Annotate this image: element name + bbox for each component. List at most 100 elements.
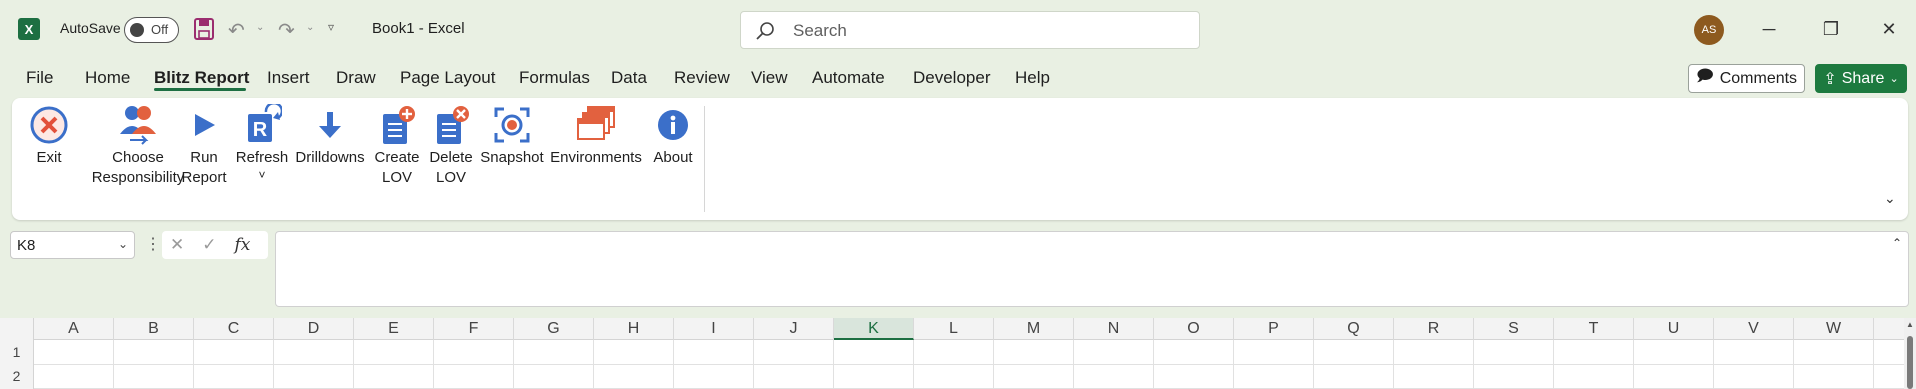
column-header[interactable]: Q: [1314, 318, 1394, 340]
customize-toolbar-icon[interactable]: ▿: [328, 20, 334, 34]
collapse-formula-bar-icon[interactable]: ⌃: [1892, 236, 1902, 250]
column-header[interactable]: O: [1154, 318, 1234, 340]
delete-lov-button[interactable]: Delete LOV: [426, 104, 476, 188]
column-header[interactable]: S: [1474, 318, 1554, 340]
column-gridline: [913, 340, 914, 389]
column-header[interactable]: B: [114, 318, 194, 340]
create-lov-button[interactable]: Create LOV: [372, 104, 422, 188]
about-button[interactable]: About: [648, 104, 698, 168]
column-header[interactable]: N: [1074, 318, 1154, 340]
close-icon[interactable]: ✕: [1866, 10, 1912, 48]
column-gridline: [1313, 340, 1314, 389]
active-tab-indicator: [154, 88, 246, 91]
redo-dropdown-icon[interactable]: ⌄: [306, 22, 314, 33]
share-icon: ⇪: [1823, 70, 1837, 88]
vertical-scrollbar[interactable]: ▲: [1904, 318, 1916, 389]
column-header[interactable]: K: [834, 318, 914, 340]
scroll-up-icon[interactable]: ▲: [1906, 320, 1914, 329]
tab-insert[interactable]: Insert: [267, 68, 310, 88]
tab-automate[interactable]: Automate: [812, 68, 885, 88]
tab-home[interactable]: Home: [85, 68, 130, 88]
tab-page-layout[interactable]: Page Layout: [400, 68, 495, 88]
more-options-icon[interactable]: ⋮: [145, 234, 161, 254]
column-header[interactable]: D: [274, 318, 354, 340]
column-header[interactable]: U: [1634, 318, 1714, 340]
create-lov-label-2: LOV: [381, 169, 412, 186]
insert-function-button[interactable]: fx: [235, 235, 251, 255]
drilldowns-button[interactable]: Drilldowns: [292, 104, 368, 168]
column-header[interactable]: H: [594, 318, 674, 340]
autosave-toggle[interactable]: Off: [124, 17, 179, 43]
column-gridline: [993, 340, 994, 389]
exit-button[interactable]: Exit: [26, 104, 72, 168]
scrollbar-thumb[interactable]: [1907, 336, 1913, 389]
tab-data[interactable]: Data: [611, 68, 647, 88]
refresh-dropdown-icon[interactable]: ˅: [258, 168, 265, 182]
save-icon[interactable]: [194, 18, 214, 40]
tab-view[interactable]: View: [751, 68, 788, 88]
comments-button[interactable]: 🗩 Comments: [1688, 64, 1805, 93]
column-gridline: [1793, 340, 1794, 389]
cancel-icon[interactable]: ✕: [170, 235, 184, 255]
chevron-down-icon[interactable]: ⌄: [118, 237, 128, 251]
chevron-down-icon: ⌄: [1889, 73, 1899, 85]
column-gridline: [1153, 340, 1154, 389]
worksheet-grid[interactable]: ABCDEFGHIJKLMNOPQRSTUVW 1 2 ▲: [0, 318, 1916, 389]
play-icon: [182, 104, 226, 146]
select-all-corner[interactable]: [0, 318, 34, 340]
ribbon-tabs: File Home Blitz Report Insert Draw Page …: [0, 58, 1916, 96]
tab-developer[interactable]: Developer: [913, 68, 991, 88]
choose-responsibility-label-1: Choose: [112, 149, 164, 166]
column-header[interactable]: V: [1714, 318, 1794, 340]
formula-input[interactable]: ⌃: [275, 231, 1909, 307]
snapshot-label: Snapshot: [480, 149, 544, 166]
column-header[interactable]: M: [994, 318, 1074, 340]
column-header[interactable]: F: [434, 318, 514, 340]
column-header[interactable]: L: [914, 318, 994, 340]
collapse-ribbon-icon[interactable]: ⌄: [1884, 190, 1896, 207]
column-header[interactable]: T: [1554, 318, 1634, 340]
column-gridline: [1553, 340, 1554, 389]
tab-help[interactable]: Help: [1015, 68, 1050, 88]
refresh-button[interactable]: R Refresh ˅: [232, 104, 292, 182]
column-gridline: [193, 340, 194, 389]
restore-icon[interactable]: ❐: [1808, 10, 1854, 48]
column-header[interactable]: I: [674, 318, 754, 340]
column-header[interactable]: R: [1394, 318, 1474, 340]
tab-draw[interactable]: Draw: [336, 68, 376, 88]
column-header[interactable]: P: [1234, 318, 1314, 340]
row-header[interactable]: 1: [0, 340, 34, 364]
row-header[interactable]: 2: [0, 364, 34, 389]
column-header[interactable]: E: [354, 318, 434, 340]
tab-formulas[interactable]: Formulas: [519, 68, 590, 88]
camera-icon: [490, 104, 534, 146]
tab-review[interactable]: Review: [674, 68, 730, 88]
autosave-label: AutoSave: [60, 20, 121, 36]
snapshot-button[interactable]: Snapshot: [478, 104, 546, 168]
share-button[interactable]: ⇪ Share ⌄: [1815, 64, 1907, 93]
column-header[interactable]: G: [514, 318, 594, 340]
search-icon: [756, 22, 774, 40]
run-report-button[interactable]: Run Report: [176, 104, 232, 188]
undo-dropdown-icon[interactable]: ⌄: [256, 22, 264, 33]
column-gridline: [753, 340, 754, 389]
column-header[interactable]: W: [1794, 318, 1874, 340]
tab-blitz-report[interactable]: Blitz Report: [154, 68, 249, 88]
search-input[interactable]: Search: [740, 11, 1200, 49]
column-header[interactable]: A: [34, 318, 114, 340]
name-box[interactable]: K8 ⌄: [10, 231, 135, 259]
column-header[interactable]: C: [194, 318, 274, 340]
avatar[interactable]: AS: [1694, 15, 1724, 45]
minimize-icon[interactable]: ─: [1746, 10, 1792, 48]
column-gridline: [1873, 340, 1874, 389]
column-header[interactable]: J: [754, 318, 834, 340]
undo-icon[interactable]: ↶: [228, 18, 245, 43]
column-gridline: [113, 340, 114, 389]
down-arrow-icon: [308, 104, 352, 146]
tab-file[interactable]: File: [26, 68, 53, 88]
column-gridline: [1713, 340, 1714, 389]
redo-icon[interactable]: ↷: [278, 18, 295, 43]
column-gridline: [513, 340, 514, 389]
environments-button[interactable]: Environments: [548, 104, 644, 168]
enter-icon[interactable]: ✓: [202, 235, 216, 255]
